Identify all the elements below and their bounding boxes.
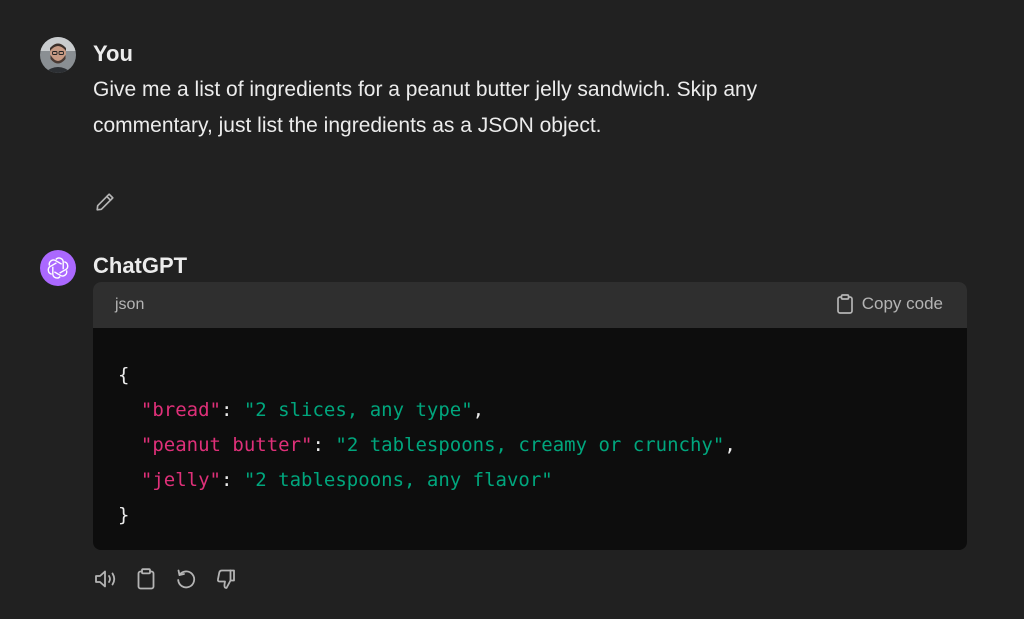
speaker-icon: [95, 570, 116, 588]
user-avatar: [40, 37, 76, 73]
regenerate-icon: [177, 569, 196, 589]
copy-code-button[interactable]: Copy code: [836, 294, 943, 314]
json-colon: :: [220, 399, 244, 421]
json-value-peanut-butter: "2 tablespoons, creamy or crunchy": [335, 434, 725, 456]
user-avatar-image: [40, 37, 76, 73]
read-aloud-button[interactable]: [93, 566, 119, 592]
json-key-jelly: "jelly": [140, 469, 221, 491]
json-comma: ,: [472, 399, 485, 421]
pencil-icon: [96, 193, 114, 211]
json-open-brace: {: [118, 364, 130, 386]
json-close-brace: }: [118, 504, 130, 526]
copy-message-button[interactable]: [133, 566, 159, 592]
regenerate-button[interactable]: [173, 566, 199, 592]
openai-logo-icon: [47, 257, 69, 279]
json-key-bread: "bread": [140, 399, 221, 421]
assistant-author-name: ChatGPT: [93, 253, 188, 278]
clipboard-icon: [137, 568, 155, 590]
user-author-name: You: [93, 41, 133, 66]
chat-page: You Give me a list of ingredients for a …: [0, 0, 1024, 619]
user-message-text: Give me a list of ingredients for a pean…: [93, 78, 758, 137]
json-comma: ,: [724, 434, 736, 456]
json-colon: :: [220, 469, 244, 491]
assistant-avatar: [40, 250, 76, 286]
json-value-jelly: "2 tablespoons, any flavor": [243, 469, 553, 491]
edit-message-button[interactable]: [92, 189, 118, 215]
code-content: { "bread": "2 slices, any type", "peanut…: [118, 358, 736, 533]
code-block: json Copy code { "bread": "2 slices, any…: [93, 282, 967, 550]
code-block-header: json Copy code: [93, 282, 967, 328]
thumbs-down-button[interactable]: [213, 566, 239, 592]
thumbs-down-icon: [217, 569, 235, 589]
copy-code-label: Copy code: [861, 294, 943, 313]
code-language-label: json: [115, 296, 145, 313]
message-actions: [93, 566, 239, 592]
json-colon: :: [312, 434, 336, 456]
json-key-peanut-butter: "peanut butter": [140, 434, 313, 456]
json-value-bread: "2 slices, any type": [243, 399, 473, 421]
clipboard-icon: [836, 294, 853, 314]
